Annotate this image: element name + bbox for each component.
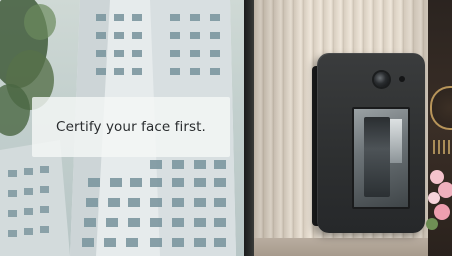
screen-reflection [364, 117, 390, 197]
gold-lettering [433, 140, 452, 154]
screen-highlight [390, 119, 402, 163]
ir-sensor-icon [399, 76, 405, 82]
floor-strip [254, 238, 452, 256]
photo-scene: Certify your face first. [0, 0, 452, 256]
message-banner: Certify your face first. [32, 97, 230, 157]
digital-display: Certify your face first. [0, 0, 250, 256]
flower-arrangement [426, 166, 452, 238]
flower [434, 204, 450, 220]
lower-building [0, 140, 70, 256]
display-bezel [244, 0, 254, 256]
flower [428, 192, 440, 204]
message-text: Certify your face first. [56, 119, 206, 135]
camera-lens-icon [374, 72, 389, 87]
flower-leaf [426, 218, 438, 230]
flower [438, 182, 452, 198]
terminal-screen[interactable] [352, 107, 410, 209]
